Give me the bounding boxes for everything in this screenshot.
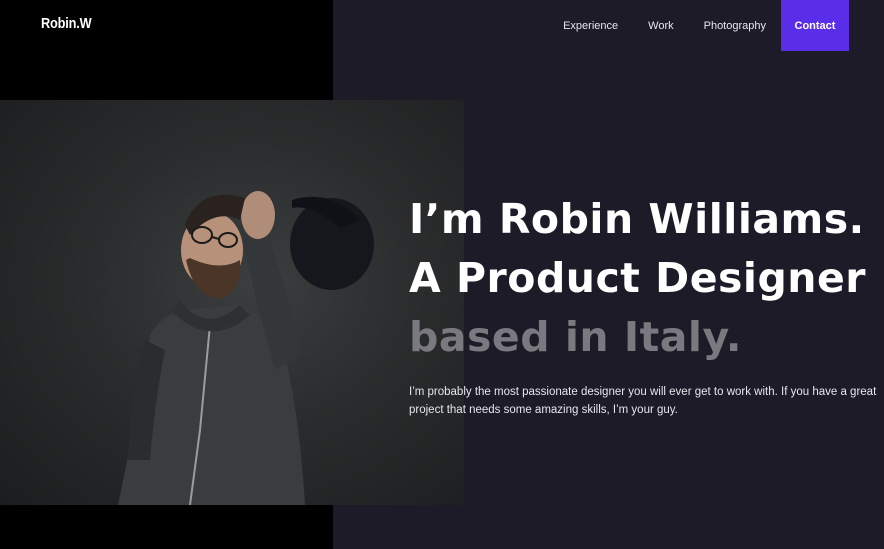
- hero-heading: I’m Robin Williams. A Product Designer b…: [409, 190, 866, 367]
- contact-button[interactable]: Contact: [781, 0, 849, 51]
- hero-line-name: I’m Robin Williams.: [409, 195, 865, 243]
- nav-link-experience[interactable]: Experience: [563, 20, 618, 32]
- nav-link-work[interactable]: Work: [648, 20, 673, 32]
- nav-link-photography[interactable]: Photography: [704, 20, 766, 32]
- portrait-photo: [0, 100, 464, 505]
- portrait-illustration: [118, 191, 374, 505]
- intro-text: I’m probably the most passionate designe…: [409, 386, 877, 416]
- main-nav: Experience Work Photography Contact: [563, 0, 849, 51]
- hero-line-location: based in Italy.: [409, 313, 742, 361]
- hero-line-role: A Product Designer: [409, 254, 867, 302]
- logo[interactable]: Robin.W: [41, 15, 92, 32]
